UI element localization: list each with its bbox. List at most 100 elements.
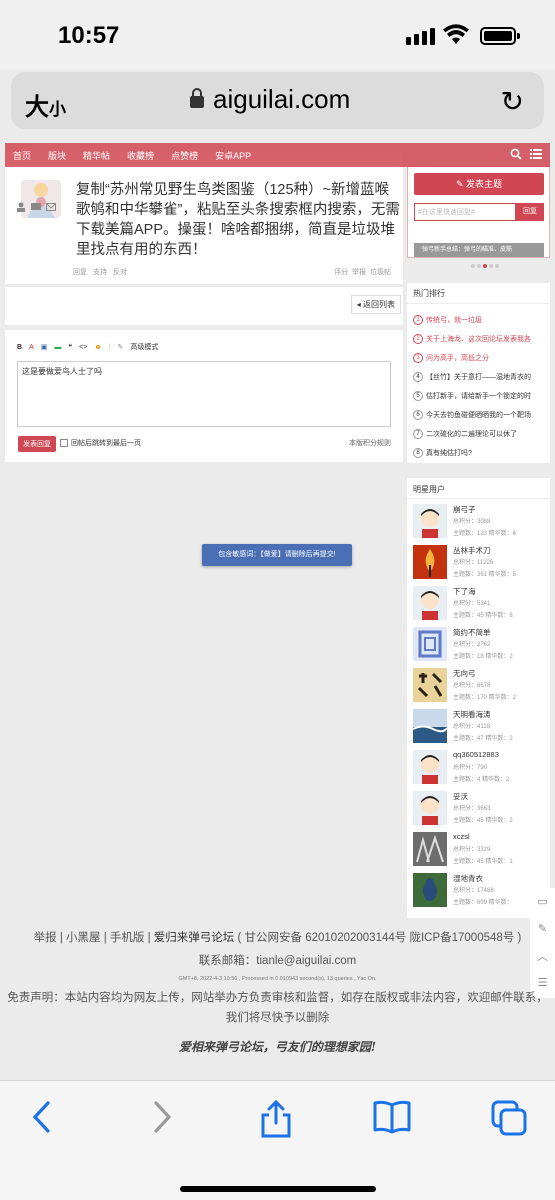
reply-link[interactable]: 回复 xyxy=(73,267,87,277)
hot-item[interactable]: 6 今天去钓鱼碰便晒晒我的一个靶场 xyxy=(413,410,547,420)
jump-last-page-checkbox[interactable] xyxy=(60,439,68,447)
star-user[interactable]: xczsl 总积分：3329 主题数：45 精华数：1 xyxy=(413,830,547,868)
report-link[interactable]: 举报 xyxy=(352,267,366,277)
cartoon-avatar-icon[interactable] xyxy=(413,791,447,825)
address-bar[interactable]: 大小 aiguilai.com ↻ xyxy=(11,72,544,129)
star-user-name[interactable]: 妥沃 xyxy=(453,791,468,802)
bold-icon[interactable]: B xyxy=(17,344,22,351)
reply-textarea[interactable]: 这是要做爱鸟人士了吗 xyxy=(17,361,391,427)
cartoon-avatar-icon[interactable] xyxy=(413,586,447,620)
star-user[interactable]: 崩弓子 总积分：3088 主题数：123 精华数：6 xyxy=(413,502,547,540)
nav-favorites[interactable]: 收藏榜 xyxy=(127,149,154,162)
star-user[interactable]: qq360512883 总积分：790 主题数：4 精华数：2 xyxy=(413,748,547,786)
star-user[interactable]: 天明看海涛 总积分：4118 主题数：47 精华数：2 xyxy=(413,707,547,745)
quote-icon[interactable]: ❝ xyxy=(68,343,72,351)
hot-item[interactable]: 4 【丝竹】关于意打——湿地青衣的 xyxy=(413,372,547,382)
share-icon[interactable] xyxy=(259,1099,293,1139)
oppose-link[interactable]: 反对 xyxy=(113,267,127,277)
star-user-name[interactable]: 无向弓 xyxy=(453,668,476,679)
star-user[interactable]: 简约不简单 总积分：2762 主题数：18 精华数：2 xyxy=(413,625,547,663)
text-size-button[interactable]: 大小 xyxy=(25,87,66,122)
nav-forums[interactable]: 版块 xyxy=(48,149,66,162)
mail-icon[interactable] xyxy=(46,202,56,212)
nav-android-app[interactable]: 安卓APP xyxy=(215,149,251,162)
paperclip-icon[interactable]: ✎ xyxy=(118,343,124,351)
photo-avatar-icon[interactable] xyxy=(413,832,447,866)
post-admin-actions: 评分 举报 垃圾帖 xyxy=(334,267,391,277)
url-text[interactable]: aiguilai.com xyxy=(213,84,350,115)
star-user-name[interactable]: qq360512883 xyxy=(453,750,499,759)
hot-item[interactable]: 7 二次硫化的二遍理论可以休了 xyxy=(413,429,547,439)
emoji-icon[interactable]: ☻ xyxy=(94,344,101,351)
hot-item[interactable]: 3 问为高手，高低之分 xyxy=(413,353,547,363)
star-user-name[interactable]: 丛林手术刀 xyxy=(453,545,491,556)
reply-editor: B A ▣ ▬ ❝ <> ☻ | ✎ 高级模式 这是要做爱鸟人士了吗 发表回复 … xyxy=(5,330,403,462)
hot-item[interactable]: 5 估打新手，请给新手一个锁定的时 xyxy=(413,391,547,401)
support-link[interactable]: 支持 xyxy=(93,267,107,277)
reload-icon[interactable]: ↻ xyxy=(501,85,524,118)
points-rules-link[interactable]: 本版积分规则 xyxy=(349,438,391,448)
submit-reply-button[interactable]: 发表回复 xyxy=(18,436,56,452)
nav-digest[interactable]: 精华帖 xyxy=(83,149,110,162)
star-user[interactable]: 妥沃 总积分：3663 主题数：45 精华数：2 xyxy=(413,789,547,827)
star-user-points: 总积分：3088 xyxy=(453,519,491,525)
calligraphy-avatar-icon[interactable] xyxy=(413,627,447,661)
star-user-name[interactable]: 崩弓子 xyxy=(453,504,476,515)
star-user-stats: 主题数：45 精华数：2 xyxy=(453,818,513,824)
comment-icon[interactable]: ▭ xyxy=(530,888,555,915)
message-icon[interactable] xyxy=(31,202,41,212)
star-user[interactable]: 湿地青衣 总积分：17488 主题数：699 精华数： xyxy=(413,871,547,909)
hot-item[interactable]: 8 真有纯估打吗? xyxy=(413,448,547,458)
jump-last-page-option[interactable]: 回帖后跳转到最后一页 xyxy=(60,438,141,448)
star-user-name[interactable]: 湿地青衣 xyxy=(453,873,483,884)
star-user-stats: 主题数：45 精华数：1 xyxy=(453,859,513,865)
hot-item[interactable]: 1 传统弓，就一垃圾 xyxy=(413,315,547,325)
code-icon[interactable]: <> xyxy=(79,344,87,351)
star-user-name[interactable]: 天明看海涛 xyxy=(453,709,491,720)
cartoon-avatar-icon[interactable] xyxy=(413,504,447,538)
menu-icon[interactable] xyxy=(530,148,542,160)
tabs-icon[interactable] xyxy=(490,1099,528,1139)
status-time: 10:57 xyxy=(58,22,120,49)
forward-icon[interactable] xyxy=(150,1099,174,1135)
font-color-icon[interactable]: A xyxy=(29,344,34,351)
hot-rank-number: 7 xyxy=(413,429,423,439)
tip-banner[interactable]: 弹弓新手总结：弹弓的瞄准、皮筋 xyxy=(414,243,544,257)
spam-link[interactable]: 垃圾帖 xyxy=(370,267,391,277)
star-user-name[interactable]: 下了海 xyxy=(453,586,476,597)
bookmarks-icon[interactable] xyxy=(372,1099,412,1135)
star-user[interactable]: 下了海 总积分：5341 主题数：45 精华数：8 xyxy=(413,584,547,622)
back-icon[interactable] xyxy=(30,1099,54,1135)
fire-avatar-icon[interactable] xyxy=(413,545,447,579)
user-icon[interactable] xyxy=(16,202,26,212)
seascape-avatar-icon[interactable] xyxy=(413,709,447,743)
star-user-points: 总积分：5341 xyxy=(453,601,491,607)
top-nav: 首页 版块 精华帖 收藏榜 点赞榜 安卓APP xyxy=(5,143,550,167)
footer-links[interactable]: 举报 | 小黑屋 | 手机版 | xyxy=(34,932,151,944)
star-user-points: 总积分：3329 xyxy=(453,847,491,853)
footer-site-name[interactable]: 爱归来弹弓论坛 xyxy=(154,932,235,944)
advanced-mode-link[interactable]: 高级模式 xyxy=(130,342,158,352)
star-user-name[interactable]: xczsl xyxy=(453,832,470,841)
search-icon[interactable] xyxy=(510,148,522,160)
cartoon-avatar-icon[interactable] xyxy=(413,750,447,784)
new-topic-button[interactable]: ✎ 发表主题 xyxy=(414,173,544,195)
star-user[interactable]: 无向弓 总积分：6678 主题数：170 精华数：2 xyxy=(413,666,547,704)
image-icon[interactable]: ▣ xyxy=(41,343,48,351)
attachment-icon[interactable]: ▬ xyxy=(54,344,61,351)
star-user-stats: 主题数：45 精华数：8 xyxy=(453,613,513,619)
rate-link[interactable]: 评分 xyxy=(334,267,348,277)
back-to-list-button[interactable]: ◂ 返回列表 xyxy=(350,295,401,314)
quick-reply-button[interactable]: 回复 xyxy=(516,203,544,221)
star-user[interactable]: 丛林手术刀 总积分：11226 主题数：361 精华数：5 xyxy=(413,543,547,581)
nav-home[interactable]: 首页 xyxy=(13,149,31,162)
quick-reply-input[interactable]: #在这里快速回复# xyxy=(414,203,516,221)
star-user-name[interactable]: 简约不简单 xyxy=(453,627,491,638)
back-to-list-label: 返回列表 xyxy=(363,300,395,309)
hot-item[interactable]: 2 关于上海龙、这次回论坛发表我各 xyxy=(413,334,547,344)
footer-icp[interactable]: ( 甘公网安备 62010202003144号 陇ICP备17000548号 ) xyxy=(238,932,522,944)
calligraphy-avatar-icon[interactable] xyxy=(413,668,447,702)
nav-likes[interactable]: 点赞榜 xyxy=(171,149,198,162)
bird-avatar-icon[interactable] xyxy=(413,873,447,907)
thread-author-avatar[interactable] xyxy=(21,180,61,218)
